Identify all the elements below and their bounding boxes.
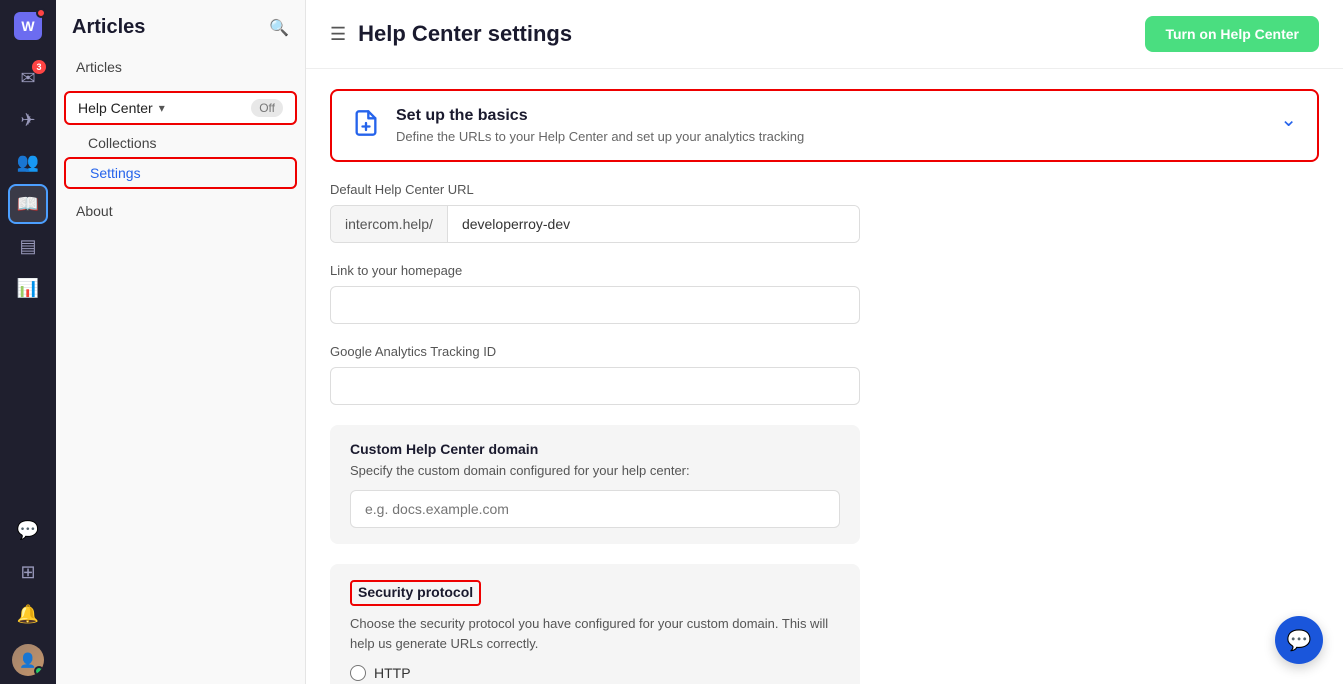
nav-icon-list[interactable]: ▤ — [8, 226, 48, 266]
book-icon: 📖 — [17, 194, 39, 215]
http-radio-button[interactable] — [350, 665, 366, 681]
sidebar-help-center-toggle[interactable]: Help Center ▾ Off — [64, 91, 297, 125]
logo-notification-dot — [36, 8, 46, 18]
icon-bar: W ✉ 3 ✈ 👥 📖 ▤ 📊 💬 — [0, 0, 56, 684]
nav-icon-inbox[interactable]: ✉ 3 — [8, 58, 48, 98]
http-label: HTTP — [374, 665, 411, 681]
nav-icon-book[interactable]: 📖 — [8, 184, 48, 224]
turn-on-help-center-button[interactable]: Turn on Help Center — [1145, 16, 1319, 52]
help-center-label: Help Center — [78, 100, 153, 116]
user-avatar[interactable]: 👤 — [12, 644, 44, 676]
security-title-wrapper: Security protocol — [350, 580, 481, 606]
homepage-label: Link to your homepage — [330, 263, 1319, 278]
icon-bar-top: W ✉ 3 ✈ 👥 📖 ▤ 📊 💬 — [8, 8, 48, 676]
page-title: Help Center settings — [358, 21, 572, 47]
default-url-label: Default Help Center URL — [330, 182, 1319, 197]
help-center-toggle-left: Help Center ▾ — [78, 100, 165, 116]
nav-icon-users[interactable]: 👥 — [8, 142, 48, 182]
sidebar-item-settings[interactable]: Settings — [64, 157, 297, 189]
chat-bubble-icon: 💬 — [1287, 628, 1312, 653]
security-protocol-box: Security protocol Choose the security pr… — [330, 564, 860, 684]
sidebar: Articles 🔍 Articles Help Center ▾ Off Co… — [56, 0, 306, 684]
hamburger-icon[interactable]: ☰ — [330, 24, 346, 45]
custom-domain-box: Custom Help Center domain Specify the cu… — [330, 425, 860, 544]
default-url-section: Default Help Center URL intercom.help/ — [330, 182, 1319, 243]
sidebar-item-collections[interactable]: Collections — [64, 129, 297, 157]
articles-label: Articles — [76, 59, 122, 75]
setup-card-content: Set up the basics Define the URLs to you… — [396, 107, 1264, 144]
nav-icon-bell[interactable]: 🔔 — [8, 594, 48, 634]
sidebar-item-articles[interactable]: Articles — [64, 51, 297, 83]
nav-icon-send[interactable]: ✈ — [8, 100, 48, 140]
sidebar-header: Articles 🔍 — [56, 0, 305, 47]
sidebar-articles-section: Articles — [56, 47, 305, 87]
sidebar-about-section: About — [56, 193, 305, 229]
custom-domain-input[interactable] — [350, 490, 840, 528]
chat-icon: 💬 — [17, 520, 39, 541]
http-radio-option: HTTP — [350, 665, 840, 681]
custom-domain-title: Custom Help Center domain — [350, 441, 840, 457]
sidebar-title: Articles — [72, 16, 145, 39]
analytics-label: Google Analytics Tracking ID — [330, 344, 1319, 359]
setup-card-description: Define the URLs to your Help Center and … — [396, 129, 1264, 144]
sidebar-item-about[interactable]: About — [64, 197, 297, 225]
main-header-left: ☰ Help Center settings — [330, 21, 572, 47]
setup-card-icon — [352, 109, 380, 144]
avatar-online-indicator — [34, 666, 44, 676]
main-content: ☰ Help Center settings Turn on Help Cent… — [306, 0, 1343, 684]
content-area: Set up the basics Define the URLs to you… — [306, 69, 1343, 684]
sidebar-search-icon[interactable]: 🔍 — [269, 18, 289, 38]
send-icon: ✈ — [20, 110, 35, 131]
url-input[interactable] — [448, 206, 859, 242]
nav-icon-chat[interactable]: 💬 — [8, 510, 48, 550]
users-icon: 👥 — [17, 152, 39, 173]
list-icon: ▤ — [19, 236, 36, 257]
homepage-input[interactable] — [330, 286, 860, 324]
sidebar-help-center-section: Help Center ▾ Off Collections Settings — [56, 87, 305, 193]
url-prefix: intercom.help/ — [331, 206, 448, 242]
inbox-badge: 3 — [32, 60, 46, 74]
bell-icon: 🔔 — [17, 604, 39, 625]
analytics-input[interactable] — [330, 367, 860, 405]
help-center-chevron-icon: ▾ — [159, 101, 165, 115]
security-protocol-title: Security protocol — [358, 584, 473, 600]
chat-bubble-button[interactable]: 💬 — [1275, 616, 1323, 664]
custom-domain-description: Specify the custom domain configured for… — [350, 463, 840, 478]
url-input-group: intercom.help/ — [330, 205, 860, 243]
security-protocol-description: Choose the security protocol you have co… — [350, 614, 840, 653]
main-header: ☰ Help Center settings Turn on Help Cent… — [306, 0, 1343, 69]
setup-card-title: Set up the basics — [396, 107, 1264, 125]
grid-plus-icon: ⊞ — [20, 562, 35, 583]
bar-chart-icon: 📊 — [17, 278, 39, 299]
nav-icon-chart[interactable]: 📊 — [8, 268, 48, 308]
nav-icon-grid-plus[interactable]: ⊞ — [8, 552, 48, 592]
app-logo[interactable]: W — [10, 8, 46, 44]
setup-basics-card: Set up the basics Define the URLs to you… — [330, 89, 1319, 162]
homepage-section: Link to your homepage — [330, 263, 1319, 324]
help-center-status: Off — [251, 99, 283, 117]
setup-card-chevron-icon[interactable]: ⌄ — [1280, 107, 1297, 132]
analytics-section: Google Analytics Tracking ID — [330, 344, 1319, 405]
